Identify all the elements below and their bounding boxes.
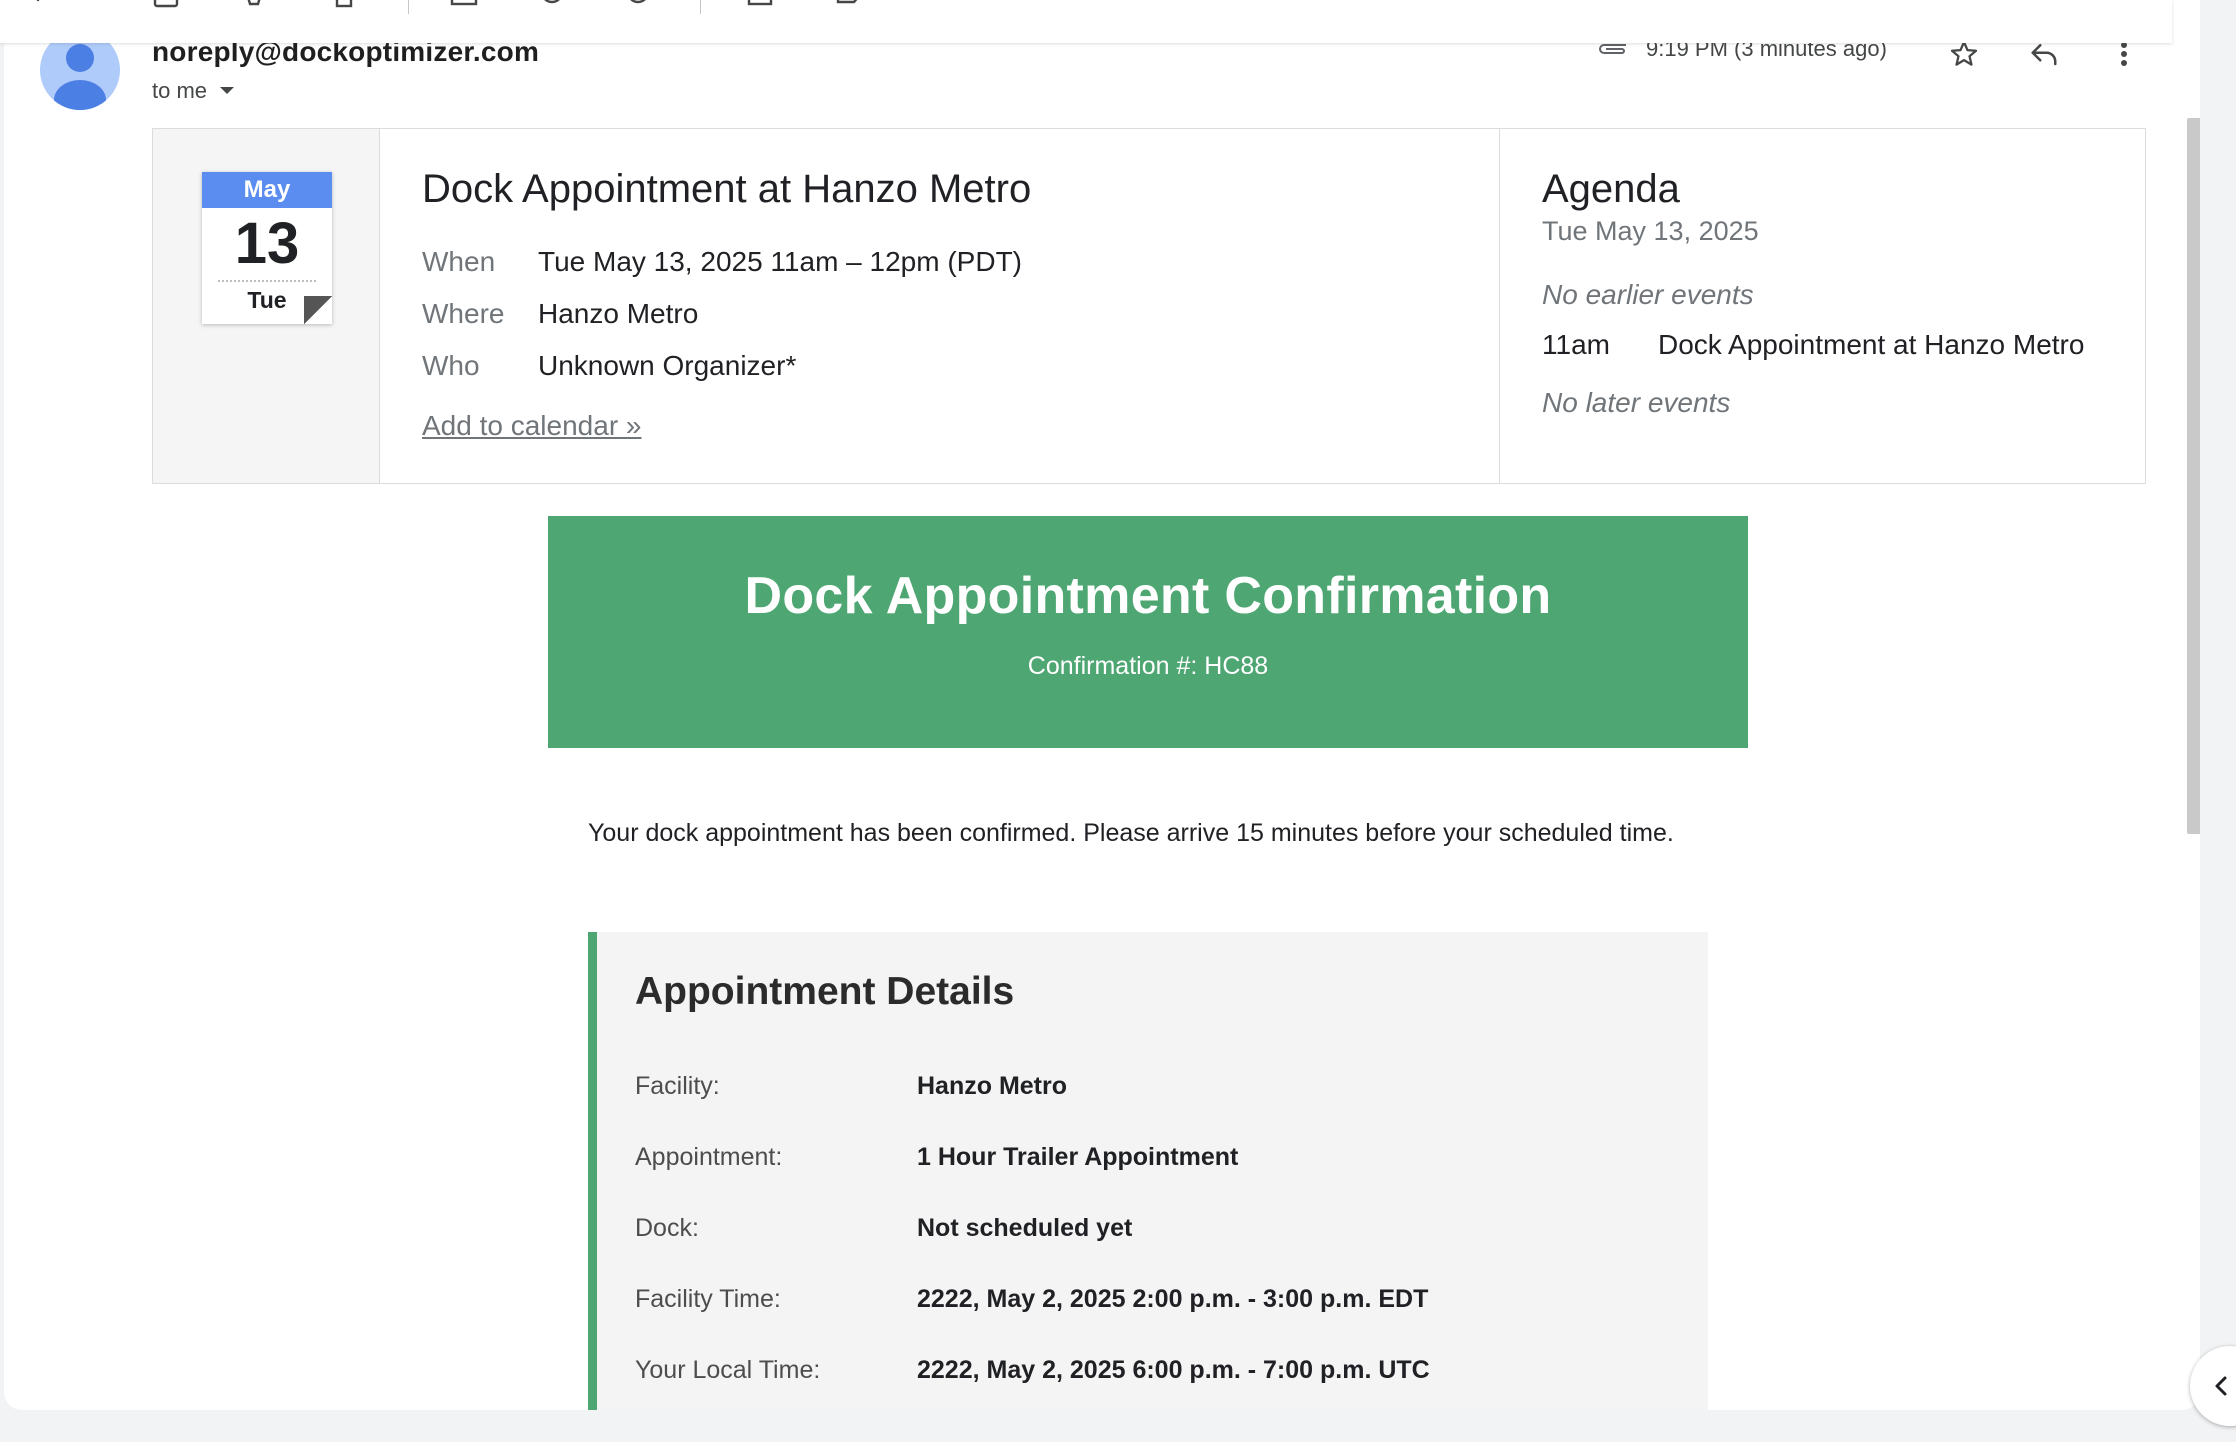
invite-row-who: Who Unknown Organizer* <box>422 340 1499 392</box>
invite-label: Where <box>422 298 505 329</box>
agenda-panel: Agenda Tue May 13, 2025 No earlier event… <box>1500 129 2145 483</box>
invite-value: Tue May 13, 2025 11am – 12pm (PDT) <box>538 246 1022 277</box>
mark-unread-icon[interactable] <box>450 0 478 10</box>
message-toolbar <box>0 0 2172 43</box>
confirmation-number: Confirmation #: HC88 <box>1027 652 1269 680</box>
invite-title: Dock Appointment at Hanzo Metro <box>422 167 1032 211</box>
detail-value: Not scheduled yet <box>917 1214 1133 1242</box>
detail-row-facility: Facility: Hanzo Metro <box>635 1072 1067 1101</box>
calendar-month: May <box>202 172 332 208</box>
confirmation-message: Your dock appointment has been confirmed… <box>588 819 1674 847</box>
confirmation-banner: Dock Appointment Confirmation Confirmati… <box>548 516 1748 748</box>
recipient-label: to me <box>152 78 208 103</box>
agenda-event-time: 11am <box>1542 329 1610 360</box>
detail-label: Facility Time: <box>635 1285 781 1313</box>
detail-row-appointment: Appointment: 1 Hour Trailer Appointment <box>635 1143 1238 1172</box>
more-vert-icon[interactable] <box>922 0 950 10</box>
snooze-icon[interactable] <box>538 0 566 10</box>
invite-row-where: Where Hanzo Metro <box>422 288 1499 340</box>
detail-label: Your Local Time: <box>635 1356 821 1384</box>
calendar-day: 13 <box>234 211 300 276</box>
detail-value: 1 Hour Trailer Appointment <box>917 1143 1239 1171</box>
calendar-date-icon: May 13 Tue <box>202 172 332 324</box>
detail-label: Dock: <box>635 1214 699 1242</box>
move-to-icon[interactable] <box>746 0 774 10</box>
invite-details: Dock Appointment at Hanzo Metro When Tue… <box>380 129 1500 483</box>
detail-label: Facility: <box>635 1072 720 1100</box>
email-reading-pane: noreply@dockoptimizer.com to me 9:19 PM … <box>4 0 2200 1410</box>
invite-date-column: May 13 Tue <box>153 129 380 483</box>
confirmation-title: Dock Appointment Confirmation <box>744 567 1552 625</box>
agenda-title: Agenda <box>1542 167 1680 211</box>
invite-value: Hanzo Metro <box>538 298 699 329</box>
detail-row-facility-time: Facility Time: 2222, May 2, 2025 2:00 p.… <box>635 1285 1428 1314</box>
agenda-no-earlier: No earlier events <box>1542 279 1754 310</box>
detail-row-dock: Dock: Not scheduled yet <box>635 1214 1132 1243</box>
detail-row-local-time: Your Local Time: 2222, May 2, 2025 6:00 … <box>635 1356 1430 1385</box>
add-task-icon[interactable] <box>626 0 654 10</box>
paperclip-icon <box>1599 44 1626 54</box>
toolbar-divider <box>408 0 409 14</box>
agenda-event[interactable]: 11am Dock Appointment at Hanzo Metro <box>1542 329 2145 361</box>
chevron-left-icon <box>2215 1376 2227 1396</box>
report-spam-icon[interactable] <box>240 0 268 10</box>
toolbar-divider <box>700 0 701 14</box>
caret-down-icon <box>220 87 235 94</box>
newer-message-icon[interactable] <box>2030 0 2058 10</box>
recipient-details-toggle[interactable]: to me <box>152 78 235 104</box>
calendar-invite-card: May 13 Tue Dock Appointment at Hanzo Met… <box>152 128 2146 484</box>
details-title: Appointment Details <box>635 970 1015 1013</box>
agenda-event-title: Dock Appointment at Hanzo Metro <box>1658 329 2085 360</box>
appointment-details-panel: Appointment Details Facility: Hanzo Metr… <box>588 932 1708 1410</box>
invite-row-when: When Tue May 13, 2025 11am – 12pm (PDT) <box>422 236 1499 288</box>
add-to-calendar-link[interactable]: Add to calendar » <box>422 410 642 442</box>
vertical-scrollbar-thumb[interactable] <box>2187 118 2200 834</box>
agenda-date: Tue May 13, 2025 <box>1542 216 1759 246</box>
more-vert-icon <box>2121 42 2127 66</box>
invite-label: Who <box>422 350 480 381</box>
detail-value: 2222, May 2, 2025 6:00 p.m. - 7:00 p.m. … <box>917 1356 1430 1384</box>
detail-value: 2222, May 2, 2025 2:00 p.m. - 3:00 p.m. … <box>917 1285 1429 1313</box>
older-message-icon[interactable] <box>2110 0 2138 10</box>
star-icon <box>1950 41 1978 66</box>
reply-icon <box>2031 44 2057 66</box>
detail-label: Appointment: <box>635 1143 783 1171</box>
archive-icon[interactable] <box>152 0 180 10</box>
detail-value: Hanzo Metro <box>917 1072 1067 1100</box>
page-curl-decoration <box>304 296 332 324</box>
invite-value: Unknown Organizer* <box>538 350 797 381</box>
label-icon[interactable] <box>834 0 862 10</box>
back-arrow-icon[interactable] <box>30 0 58 10</box>
invite-label: When <box>422 246 496 277</box>
delete-icon[interactable] <box>330 0 358 10</box>
agenda-no-later: No later events <box>1542 387 1731 418</box>
